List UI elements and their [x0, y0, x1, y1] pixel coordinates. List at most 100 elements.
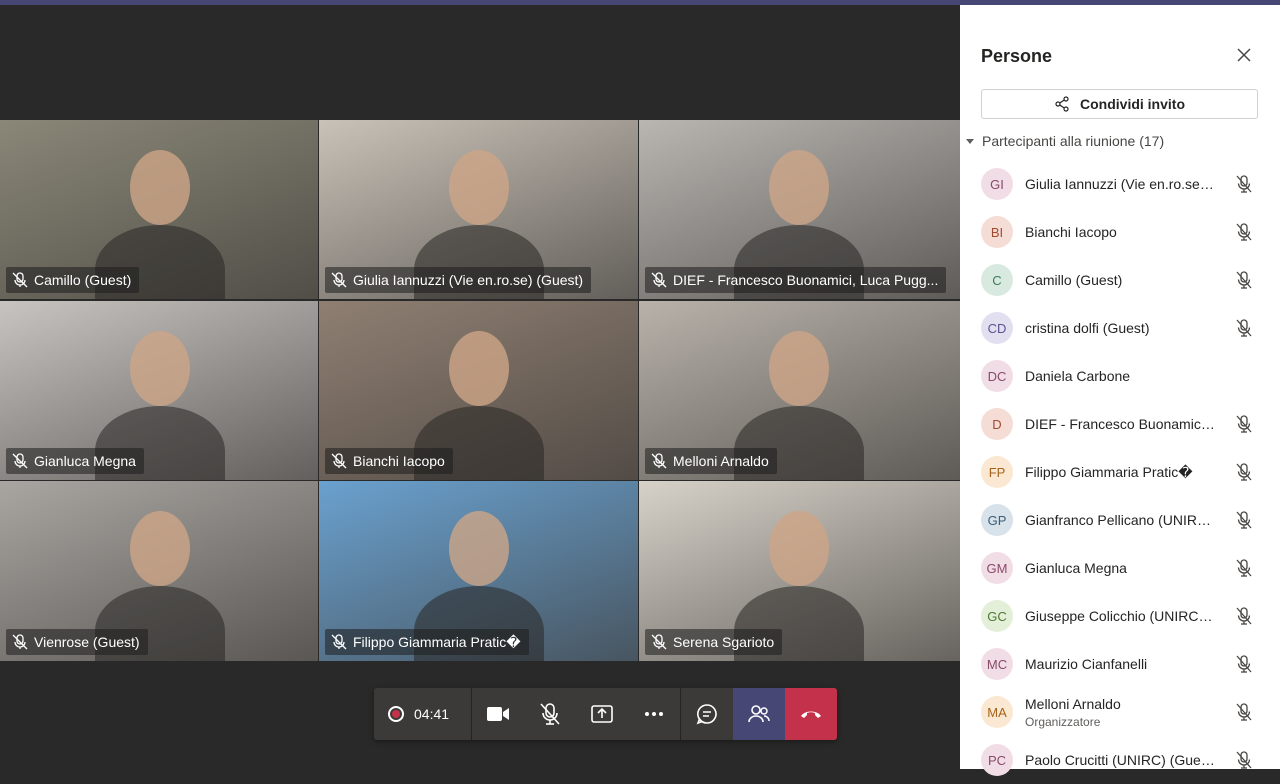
- video-tile[interactable]: Filippo Giammaria Pratic�: [319, 481, 638, 661]
- participant-name-tag: Camillo (Guest): [6, 267, 140, 293]
- video-tile[interactable]: Gianluca Megna: [0, 301, 318, 480]
- record-icon: [388, 706, 404, 722]
- person-head: [130, 150, 190, 225]
- participant-name: Filippo Giammaria Pratic�: [353, 633, 521, 650]
- participant-row[interactable]: D DIEF - Francesco Buonamici,...: [960, 400, 1280, 448]
- panel-title: Persone: [981, 46, 1053, 66]
- participant-name-tag: Giulia Iannuzzi (Vie en.ro.se) (Guest): [325, 267, 592, 293]
- participants-section-label: Partecipanti alla riunione (17): [982, 133, 1165, 149]
- avatar: PC: [981, 744, 1013, 776]
- participant-row[interactable]: MA Melloni Arnaldo Organizzatore: [960, 688, 1280, 736]
- participant-role: Organizzatore: [1025, 715, 1101, 729]
- participant-row[interactable]: MC Maurizio Cianfanelli: [960, 640, 1280, 688]
- participant-name-tag: Filippo Giammaria Pratic�: [325, 629, 529, 655]
- avatar: FP: [981, 456, 1013, 488]
- video-tile[interactable]: Bianchi Iacopo: [319, 301, 638, 480]
- participant-name: Daniela Carbone: [1025, 368, 1131, 384]
- mic-off-icon: [331, 634, 347, 650]
- mic-off-icon: [331, 453, 347, 469]
- participant-name-tag: Bianchi Iacopo: [325, 448, 453, 474]
- call-timer: 04:41: [414, 706, 450, 722]
- participant-name-tag: Serena Sgarioto: [645, 629, 783, 655]
- participant-name: Maurizio Cianfanelli: [1025, 656, 1148, 672]
- mic-off-icon: [651, 634, 667, 650]
- mic-off-icon: [1234, 558, 1254, 578]
- video-grid: Camillo (Guest) Giulia Iannuzzi (Vie en.r…: [0, 120, 960, 661]
- share-screen-icon: [591, 705, 613, 723]
- participant-name: Giulia Iannuzzi (Vie en.ro.se) ...: [1025, 176, 1215, 192]
- video-tile[interactable]: Serena Sgarioto: [639, 481, 960, 661]
- participants-list: GI Giulia Iannuzzi (Vie en.ro.se) ... BI Bi…: [960, 160, 1280, 784]
- participant-name: Gianluca Megna: [34, 453, 136, 469]
- close-panel-button[interactable]: [1234, 45, 1254, 65]
- participant-name-tag: Vienrose (Guest): [6, 629, 148, 655]
- video-tile[interactable]: Camillo (Guest): [0, 120, 318, 299]
- mic-off-icon: [1234, 414, 1254, 434]
- participant-row[interactable]: C Camillo (Guest): [960, 256, 1280, 304]
- avatar: DC: [981, 360, 1013, 392]
- chevron-down-icon: [966, 138, 974, 144]
- participant-row[interactable]: BI Bianchi Iacopo: [960, 208, 1280, 256]
- recording-indicator: 04:41: [374, 688, 472, 740]
- video-tile[interactable]: DIEF - Francesco Buonamici, Luca Pugg...: [639, 120, 960, 299]
- call-controls: 04:41: [374, 688, 837, 740]
- participant-row[interactable]: FP Filippo Giammaria Pratic�: [960, 448, 1280, 496]
- hang-up-button[interactable]: [785, 688, 837, 740]
- participant-name: Camillo (Guest): [1025, 272, 1123, 288]
- video-stage: Camillo (Guest) Giulia Iannuzzi (Vie en.r…: [0, 5, 960, 769]
- camera-icon: [487, 707, 509, 721]
- participant-row[interactable]: GP Gianfranco Pellicano (UNIRC...: [960, 496, 1280, 544]
- avatar: CD: [981, 312, 1013, 344]
- share-invite-label: Condividi invito: [1080, 96, 1185, 112]
- more-actions-button[interactable]: [628, 688, 681, 740]
- video-tile[interactable]: Giulia Iannuzzi (Vie en.ro.se) (Guest): [319, 120, 638, 299]
- participant-name: Camillo (Guest): [34, 272, 132, 288]
- participant-row[interactable]: PC Paolo Crucitti (UNIRC) (Guest): [960, 736, 1280, 784]
- mic-off-icon: [1234, 270, 1254, 290]
- mic-off-icon: [651, 453, 667, 469]
- camera-button[interactable]: [472, 688, 524, 740]
- avatar: MA: [981, 696, 1013, 728]
- participant-name: DIEF - Francesco Buonamici,...: [1025, 416, 1215, 432]
- participant-name: Paolo Crucitti (UNIRC) (Guest): [1025, 752, 1215, 768]
- share-screen-button[interactable]: [576, 688, 628, 740]
- mute-button[interactable]: [524, 688, 576, 740]
- mic-off-icon: [1234, 702, 1254, 722]
- mic-off-icon: [1234, 462, 1254, 482]
- chat-button[interactable]: [681, 688, 733, 740]
- participant-row[interactable]: GM Gianluca Megna: [960, 544, 1280, 592]
- close-icon: [1237, 48, 1251, 62]
- participant-row[interactable]: GI Giulia Iannuzzi (Vie en.ro.se) ...: [960, 160, 1280, 208]
- avatar: MC: [981, 648, 1013, 680]
- mic-off-icon: [1234, 222, 1254, 242]
- share-invite-button[interactable]: Condividi invito: [981, 89, 1258, 119]
- chat-icon: [696, 704, 717, 725]
- mic-off-icon: [1234, 750, 1254, 770]
- video-tile[interactable]: Vienrose (Guest): [0, 481, 318, 661]
- mic-off-icon: [12, 634, 28, 650]
- avatar: D: [981, 408, 1013, 440]
- participant-name: cristina dolfi (Guest): [1025, 320, 1150, 336]
- participant-name: Melloni Arnaldo: [1025, 696, 1121, 712]
- participant-name-tag: Gianluca Megna: [6, 448, 144, 474]
- person-head: [130, 331, 190, 406]
- participant-row[interactable]: DC Daniela Carbone: [960, 352, 1280, 400]
- participant-row[interactable]: GC Giuseppe Colicchio (UNIRC) ...: [960, 592, 1280, 640]
- participants-button[interactable]: [733, 688, 785, 740]
- person-head: [130, 511, 190, 586]
- video-tile[interactable]: Melloni Arnaldo: [639, 301, 960, 480]
- participant-name-tag: Melloni Arnaldo: [645, 448, 777, 474]
- person-head: [769, 511, 829, 586]
- participants-icon: [748, 705, 770, 723]
- participant-row[interactable]: CD cristina dolfi (Guest): [960, 304, 1280, 352]
- avatar: GI: [981, 168, 1013, 200]
- participant-name: Serena Sgarioto: [673, 634, 775, 650]
- avatar: GM: [981, 552, 1013, 584]
- participant-name: Vienrose (Guest): [34, 634, 140, 650]
- participant-name: Giulia Iannuzzi (Vie en.ro.se) (Guest): [353, 272, 584, 288]
- people-panel: Persone Condividi invito Partecipanti al…: [960, 5, 1280, 776]
- hang-up-icon: [801, 711, 821, 718]
- mic-off-icon: [12, 272, 28, 288]
- participants-section-toggle[interactable]: Partecipanti alla riunione (17): [966, 133, 1164, 149]
- avatar: GC: [981, 600, 1013, 632]
